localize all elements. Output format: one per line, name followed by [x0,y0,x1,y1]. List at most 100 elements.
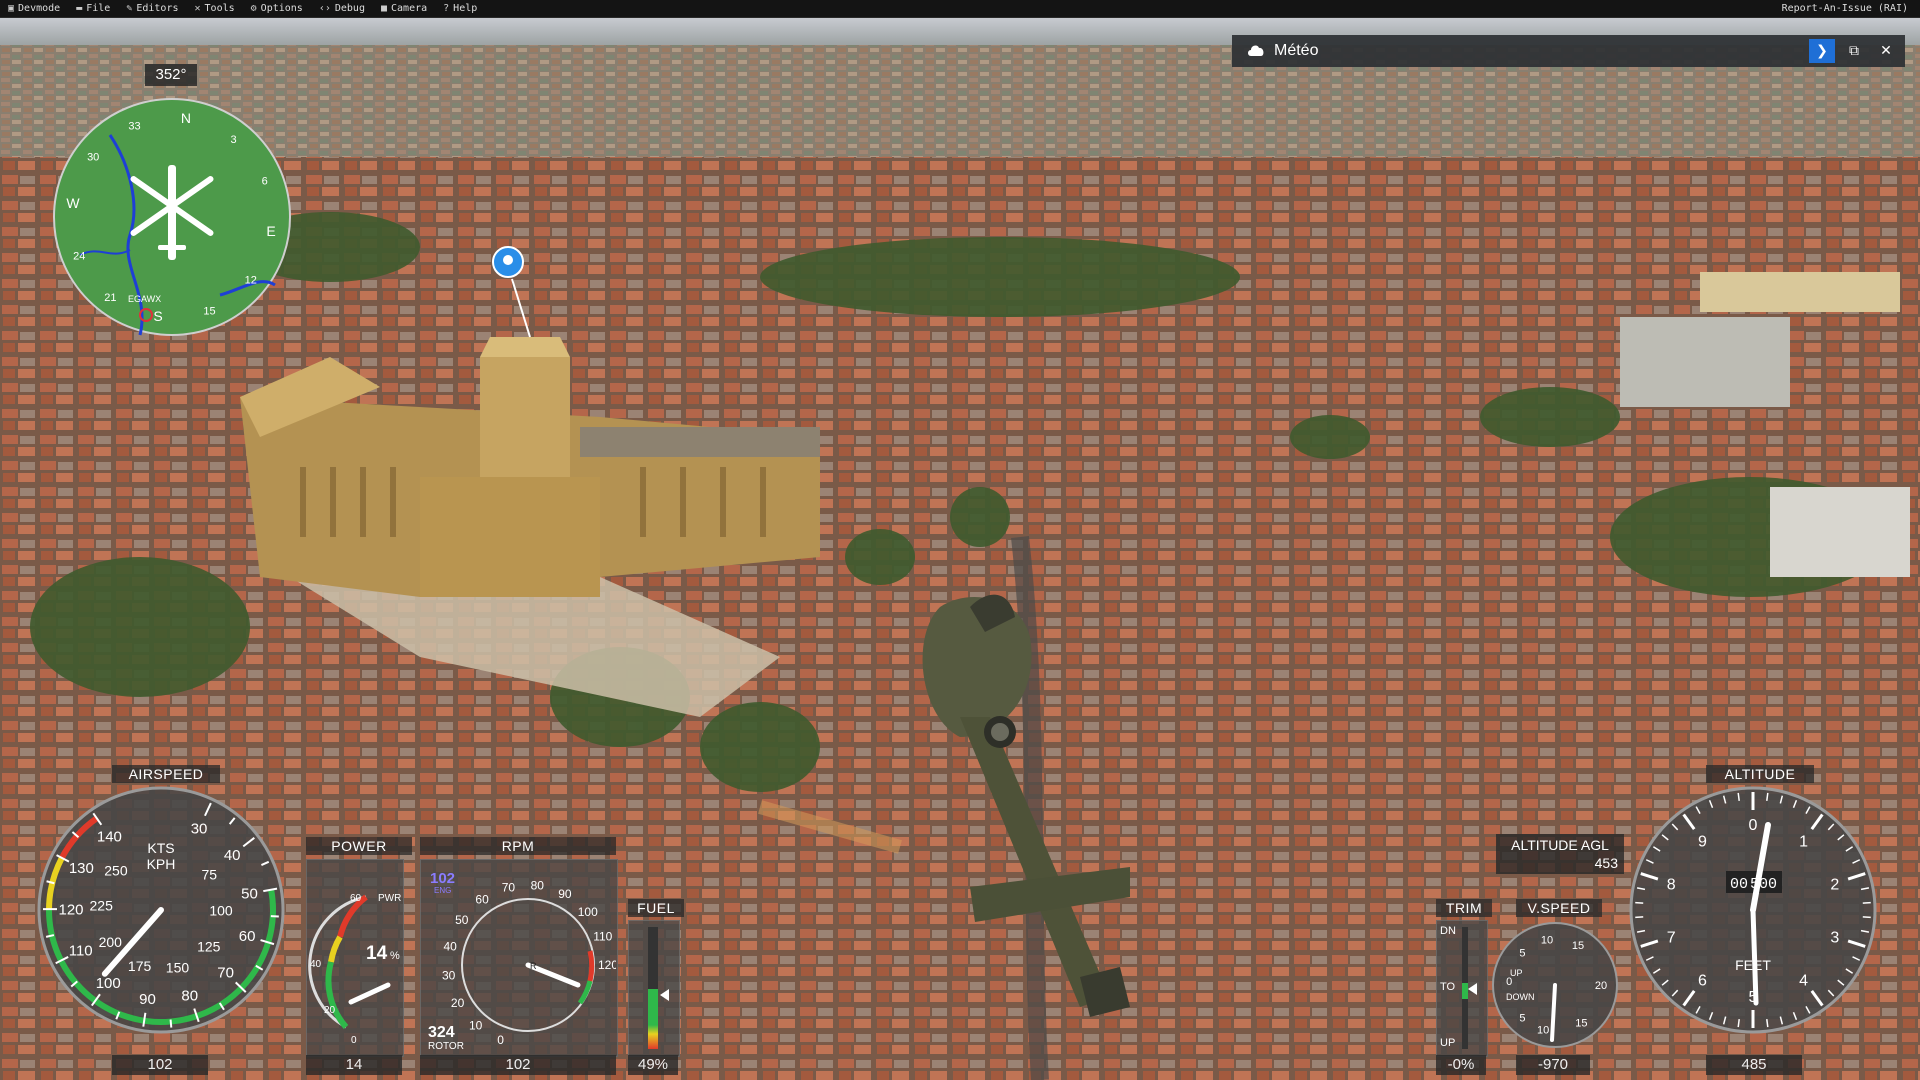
fuel-bar-track [648,927,658,1049]
airspeed-kts-label: 80 [181,987,198,1004]
rpm-label: RPM [420,837,616,855]
airspeed-kts-label: 50 [241,886,258,903]
rpm-tick-label: 110 [593,930,612,944]
airspeed-value: 102 [112,1055,208,1075]
close-icon: ✕ [1880,43,1892,59]
airspeed-kts-label: 90 [139,991,156,1008]
airspeed-gauge: 3040506070809010011012013014075100125150… [37,786,285,1034]
rpm-tick-label: 10 [469,1019,483,1033]
airspeed-kph-label: 100 [209,902,233,918]
altimeter-tick [1737,792,1740,801]
trim-label: TRIM [1436,899,1492,917]
menu-devmode[interactable]: ▣ Devmode [0,0,68,17]
menu-label: Options [260,3,303,14]
rpm-tick-label: 40 [443,940,457,954]
vspeed-tick-label: 5 [1519,1013,1525,1025]
menu-tools[interactable]: ✕ Tools [187,0,243,17]
airspeed-label: AIRSPEED [112,765,220,783]
rpm-tick-label: 30 [442,968,456,982]
fuel-label: FUEL [628,899,684,917]
report-issue-link[interactable]: Report-An-Issue (RAI) [1782,0,1908,17]
trim-dn: DN [1440,925,1456,937]
power-tick-0: 0 [351,1035,357,1046]
power-needle [348,982,391,1005]
compass-heading-label: 352° [145,64,197,86]
altimeter-tick [1862,901,1871,904]
menu-file[interactable]: ▬ File [68,0,118,17]
airspeed-kph-label: 175 [128,958,152,974]
meteo-close-button[interactable]: ✕ [1873,39,1899,63]
rpm-rotor-label: ROTOR [428,1041,464,1052]
rpm-rotor-value: 324 [428,1024,455,1041]
menu-label: Devmode [18,3,61,14]
power-gauge: PWR 0 20 40 60 14 % [308,893,401,1046]
trim-up: UP [1440,1037,1456,1049]
altimeter-thousands-needle [1750,907,1759,1006]
menu-editors[interactable]: ✎ Editors [118,0,186,17]
meteo-popout-button[interactable]: ⧉ [1841,39,1867,63]
rpm-tick-label: 80 [531,879,545,893]
menu-camera[interactable]: ■ Camera [373,0,435,17]
menu-label: Debug [334,3,365,14]
rpm-tick-label: 0 [497,1033,504,1047]
menu-options[interactable]: ⚙ Options [243,0,311,17]
power-value: 14 [306,1055,402,1075]
altimeter-label: 6 [1698,973,1707,990]
altimeter-label: 4 [1799,973,1808,990]
vspeed-gauge: 10 15201510505 UP DOWN [1492,922,1618,1048]
fuel-level-pointer [660,989,669,1001]
rpm-tick-label: 120 [598,958,616,972]
world-view[interactable]: 352° N 3 6 E 12 15 S 21 24 W 30 33 EGAWX AIRSPEED 3… [0,17,1920,1080]
menu-debug[interactable]: ‹› Debug [311,0,373,17]
compass-ring-label: 21 [104,292,116,304]
airspeed-kts-label: 40 [224,847,241,864]
power-tick-40: 40 [310,959,322,970]
power-tick-20: 20 [324,1005,336,1016]
camera-icon: ■ [380,3,388,14]
compass-ring-label: N [181,110,191,126]
popout-icon: ⧉ [1849,43,1859,59]
waypoint-label: EGAWX [128,294,161,304]
vspeed-label: V.SPEED [1516,899,1602,917]
cloud-icon [1246,42,1266,61]
altimeter-label: 9 [1698,833,1707,850]
airspeed-kts-label: 70 [217,965,234,982]
airspeed-kph-label: 225 [90,897,114,913]
rpm-needle-marker: R [530,961,537,971]
vspeed-value: -970 [1516,1055,1590,1075]
altitude-agl-label: ALTITUDE AGL [1511,837,1609,853]
meteo-panel[interactable]: Météo ❯ ⧉ ✕ [1232,35,1905,67]
compass-ring-label: E [266,223,275,239]
fuel-bar-fill [648,989,658,1049]
altimeter-label: 8 [1667,876,1676,893]
rpm-tick-label: 60 [475,892,489,906]
airspeed-kph-label: 125 [197,938,221,954]
altimeter-label: 0 [1749,817,1758,834]
pencil-icon: ✎ [126,3,133,14]
compass-ring-label: W [66,195,80,211]
menu-label: Camera [391,3,428,14]
vspeed-tick-label: 10 [1541,935,1553,947]
compass-map[interactable]: N 3 6 E 12 15 S 21 24 W 30 33 EGAWX [50,95,295,340]
meteo-expand-button[interactable]: ❯ [1809,39,1835,63]
menu-label: Help [453,3,478,14]
altimeter-tick [1635,901,1644,904]
fuel-value: 49% [628,1055,678,1075]
altimeter-tick [1862,916,1871,919]
power-label: POWER [306,837,412,855]
menu-help[interactable]: ? Help [435,0,485,17]
altitude-agl-value: 453 [1594,855,1618,871]
altimeter-gauge: 0123456789 00 500 FEET [1629,786,1877,1034]
menu-label: File [86,3,111,14]
dev-menu-bar: ▣ Devmode ▬ File ✎ Editors ✕ Tools ⚙ Options ‹› Deb… [0,0,1920,18]
airspeed-kph-units: KPH [147,856,176,872]
airspeed-kts-units: KTS [147,840,174,856]
altimeter-tick [1737,1019,1740,1028]
chevron-right-icon: ❯ [1816,43,1828,59]
airspeed-kts-label: 120 [58,901,83,918]
compass-ring-label: 24 [73,250,85,262]
compass-ring-label: 15 [203,306,215,318]
vspeed-tick-label: 10 [1537,1024,1549,1036]
power-percent-sign: % [390,950,400,962]
airspeed-kts-label: 30 [191,820,208,837]
